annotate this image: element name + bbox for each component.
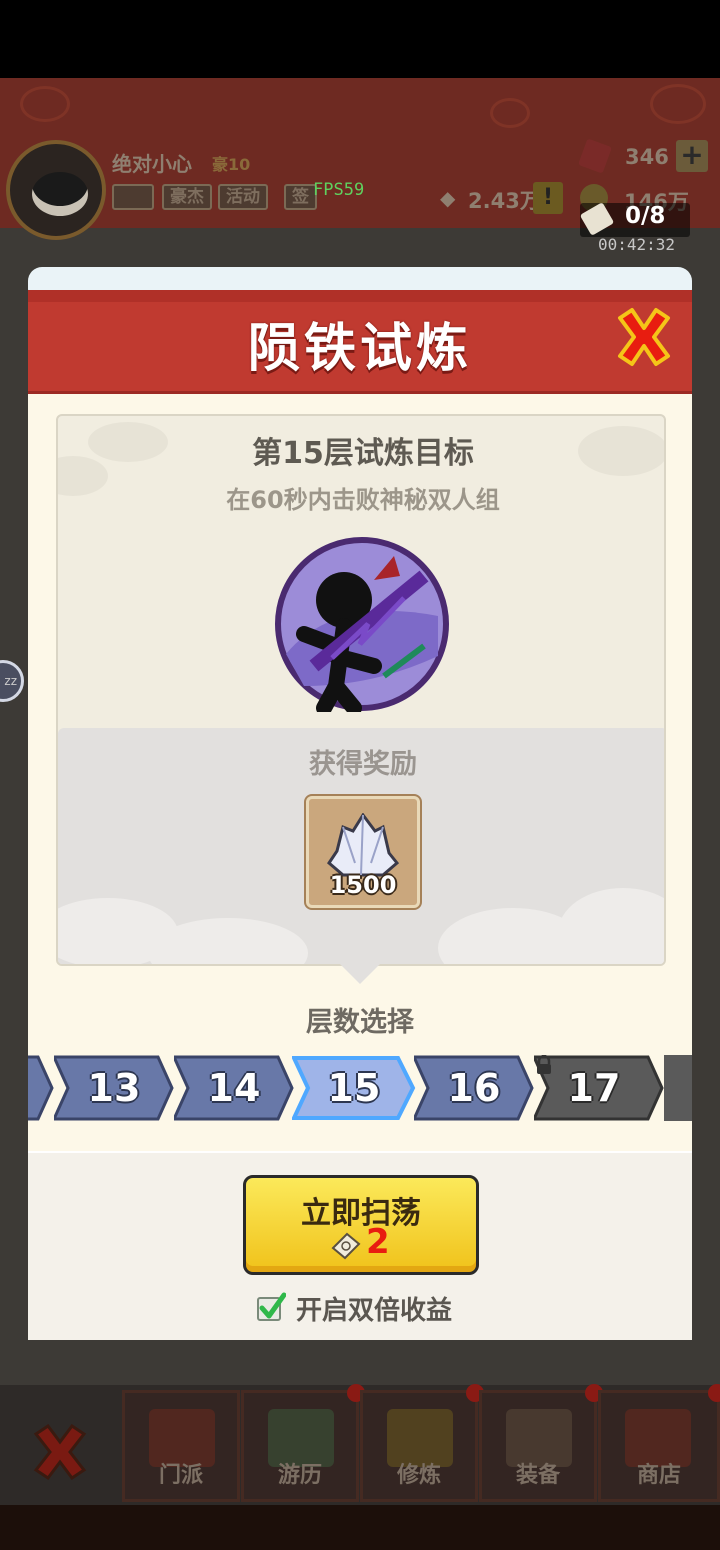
floor-selector: 12 13 14 15 16 17: [28, 1055, 692, 1121]
reward-pointer: [340, 964, 380, 984]
floor-number: 12: [28, 1055, 54, 1121]
nav-tab-cultivate-label: 修炼: [396, 1463, 441, 1488]
floor-number: 14: [207, 1066, 261, 1110]
status-bar-area: [0, 0, 720, 78]
floor-option-16[interactable]: 16: [414, 1055, 534, 1121]
double-reward-label: 开启双倍收益: [296, 1296, 453, 1326]
ticket-timer: 00:42:32: [598, 235, 676, 254]
close-x-icon-bottom[interactable]: [28, 1420, 92, 1484]
goal-title: 第15层试炼目标: [252, 436, 474, 471]
floor-option-12[interactable]: 12: [28, 1055, 54, 1121]
floor-select-label: 层数选择: [306, 1007, 414, 1038]
lock-icon: [537, 1055, 551, 1074]
floor-number: 16: [447, 1066, 501, 1110]
nav-tab-equipment-label: 装备: [515, 1463, 560, 1488]
reward-count: 1500: [329, 871, 397, 899]
sweep-now-button[interactable]: 立即扫荡 2: [243, 1175, 479, 1275]
warning-icon[interactable]: !: [533, 182, 563, 214]
nav-tab-cultivate[interactable]: 修炼: [360, 1384, 484, 1502]
floor-option-next[interactable]: [664, 1055, 692, 1121]
reward-title: 获得奖励: [309, 749, 417, 780]
player-name: 绝对小心: [112, 152, 192, 176]
boss-duo-icon: [275, 537, 449, 712]
notification-dot: [708, 1384, 720, 1402]
floor-number: 15: [327, 1066, 381, 1110]
floor-option-15-selected[interactable]: 15: [292, 1055, 416, 1121]
nav-tab-travel[interactable]: 游历: [241, 1384, 365, 1502]
nav-tab-shop-label: 商店: [636, 1463, 681, 1488]
floor-number: 13: [87, 1066, 141, 1110]
floor-option-17-locked[interactable]: 17: [534, 1055, 664, 1121]
reward-panel: 获得奖励 1500: [58, 728, 664, 964]
nav-tab-shop[interactable]: 商店: [598, 1384, 720, 1502]
sweep-cost: 2: [366, 1222, 390, 1262]
meteorite-trial-modal: 陨铁试炼 第15层试炼目标 在60秒内击败神秘双人组 获得奖励 1500 层数选…: [28, 262, 692, 1340]
sweep-button-label: 立即扫荡: [301, 1196, 421, 1231]
chip-activity[interactable]: 活动: [218, 184, 268, 210]
floor-option-14[interactable]: 14: [174, 1055, 294, 1121]
reward-item-meteorite[interactable]: 1500: [306, 796, 420, 908]
player-avatar[interactable]: [6, 140, 106, 240]
nav-tab-sect[interactable]: 门派: [122, 1390, 240, 1502]
modal-title: 陨铁试炼: [247, 319, 472, 379]
goal-card: 第15层试炼目标 在60秒内击败神秘双人组 获得奖励 1500: [56, 414, 666, 966]
power-icon: ◆: [440, 186, 456, 210]
close-icon[interactable]: [614, 306, 674, 368]
bottom-strip: [0, 1505, 720, 1550]
nav-tab-sect-label: 门派: [158, 1463, 203, 1488]
ticket-icon: [331, 1232, 361, 1260]
mail-icon[interactable]: [112, 184, 154, 210]
floor-option-13[interactable]: 13: [54, 1055, 174, 1121]
goal-description: 在60秒内击败神秘双人组: [226, 486, 500, 514]
gem-count: 346: [625, 145, 669, 169]
nav-tab-equipment[interactable]: 装备: [479, 1384, 603, 1502]
chip-haojie[interactable]: 豪杰: [162, 184, 212, 210]
checkbox-checked-icon[interactable]: [256, 1292, 286, 1322]
nav-tab-travel-label: 游历: [277, 1463, 322, 1488]
player-rank: 豪10: [212, 155, 251, 174]
power-value: 2.43万: [468, 189, 541, 213]
add-gems-button[interactable]: +: [676, 140, 708, 172]
fps-counter: FPS59: [313, 180, 365, 200]
ticket-count: 0/8: [625, 203, 666, 229]
